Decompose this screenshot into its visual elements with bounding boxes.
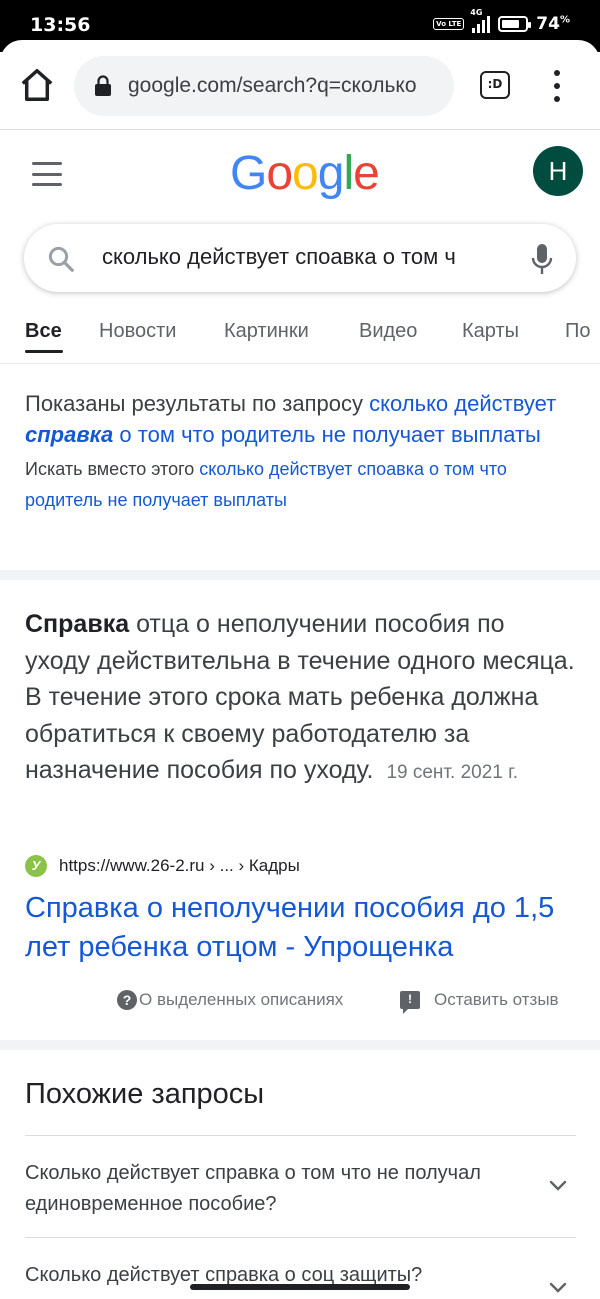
result-url: https://www.26-2.ru › ... › Кадры — [59, 856, 300, 875]
volte-icon: Vo LTE — [433, 18, 465, 30]
snippet-date: 19 сент. 2021 г. — [386, 762, 519, 783]
feedback-button[interactable]: ! Оставить отзыв — [400, 990, 559, 1014]
chevron-down-icon — [549, 1282, 567, 1293]
tab-all[interactable]: Все — [25, 320, 62, 343]
hamburger-menu-icon[interactable] — [32, 162, 62, 186]
related-searches-title: Похожие запросы — [25, 1078, 265, 1110]
search-tabs: Все Новости Картинки Видео Карты По — [0, 316, 600, 364]
status-icons: Vo LTE 4G 74% — [433, 8, 570, 34]
status-time: 13:56 — [30, 14, 91, 36]
tab-images[interactable]: Картинки — [224, 320, 309, 343]
battery-icon — [498, 16, 532, 32]
more-options-icon[interactable] — [550, 70, 564, 102]
related-searches-list: Сколько действует справка о том что не п… — [25, 1135, 576, 1299]
snippet-bold: Справка — [25, 610, 130, 638]
account-avatar[interactable]: Н — [533, 146, 583, 196]
help-icon: ? — [117, 990, 137, 1010]
featured-snippet: Справка отца о неполучении пособия по ух… — [25, 606, 575, 792]
address-bar[interactable]: google.com/search?q=сколько — [74, 56, 454, 116]
search-input[interactable]: сколько действует споавка о том ч — [102, 244, 526, 274]
result-title-link[interactable]: Справка о неполучении пособия до 1,5 лет… — [25, 889, 575, 967]
google-logo[interactable]: Google — [230, 146, 380, 201]
site-favicon-icon: У — [25, 855, 47, 877]
tab-video[interactable]: Видео — [359, 320, 417, 343]
url-text: google.com/search?q=сколько — [128, 74, 417, 97]
gesture-navigation-handle[interactable] — [190, 1284, 410, 1290]
feedback-icon: ! — [400, 991, 420, 1014]
spelling-correction: Показаны результаты по запросу сколько д… — [25, 388, 575, 516]
search-icon[interactable] — [46, 244, 76, 274]
home-icon[interactable] — [18, 66, 56, 104]
section-divider — [0, 570, 600, 580]
about-featured-snippets[interactable]: ? О выделенных описаниях — [117, 990, 343, 1010]
active-tab-indicator — [25, 350, 63, 353]
lock-icon — [95, 75, 111, 96]
tab-more[interactable]: По — [565, 320, 591, 343]
result-source[interactable]: У https://www.26-2.ru › ... › Кадры — [25, 855, 300, 877]
section-divider — [0, 1040, 600, 1050]
battery-percent: 74% — [536, 14, 570, 34]
network-type: 4G — [470, 8, 483, 17]
related-search-item[interactable]: Сколько действует справка о том что не п… — [25, 1135, 576, 1237]
search-box[interactable]: сколько действует споавка о том ч — [24, 224, 576, 292]
tab-maps[interactable]: Карты — [462, 320, 519, 343]
signal-icon: 4G — [470, 8, 491, 33]
tab-switcher-button[interactable]: :D — [480, 71, 510, 99]
tab-news[interactable]: Новости — [99, 320, 176, 343]
search-instead: Искать вместо этого сколько действует сп… — [25, 459, 507, 510]
chevron-down-icon — [549, 1180, 567, 1191]
showing-results-for: Показаны результаты по запросу сколько д… — [25, 391, 557, 447]
browser-toolbar: google.com/search?q=сколько :D — [0, 40, 600, 130]
microphone-icon[interactable] — [530, 242, 554, 276]
snippet-feedback-row: ? О выделенных описаниях ! Оставить отзы… — [0, 990, 600, 1018]
